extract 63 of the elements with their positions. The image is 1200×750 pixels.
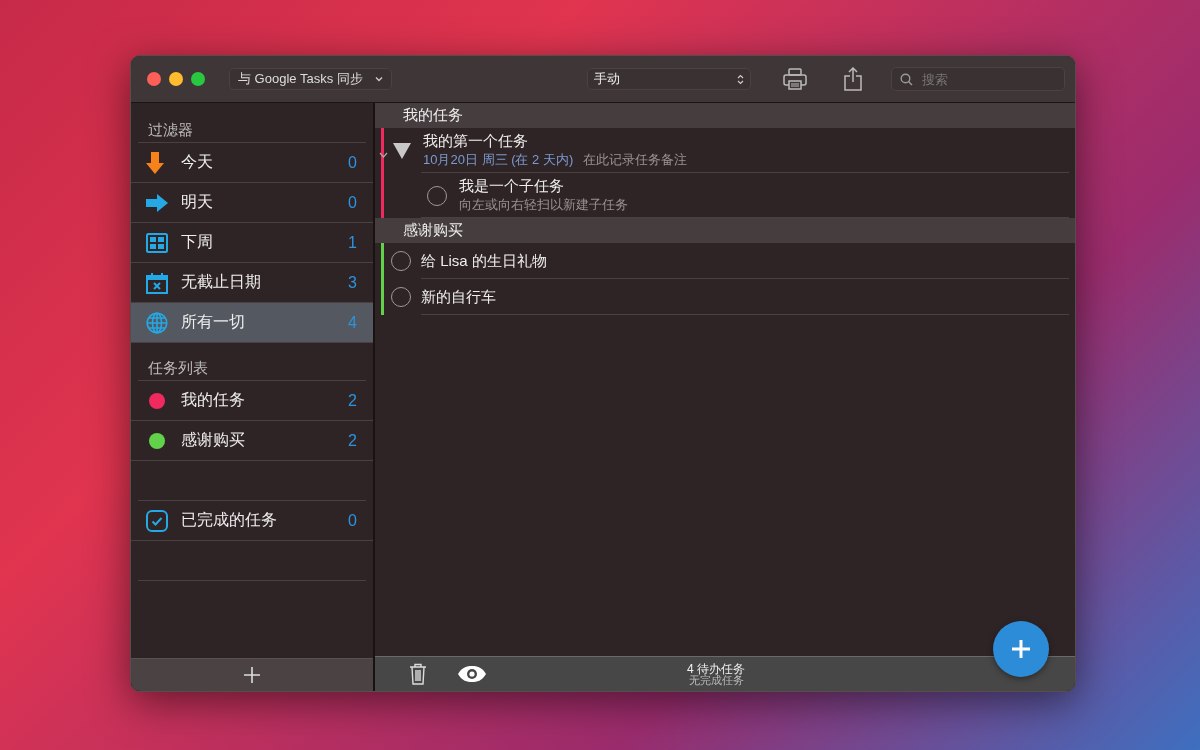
minimize-button[interactable] xyxy=(169,72,183,86)
list-label: 感谢购买 xyxy=(181,430,246,450)
arrow-down-icon xyxy=(146,151,164,174)
count-label: 2 xyxy=(348,431,357,450)
checkbox-check-icon xyxy=(146,509,168,532)
printer-icon[interactable] xyxy=(783,68,807,90)
filter-item[interactable]: 所有一切 4 xyxy=(131,303,373,343)
add-list-icon[interactable] xyxy=(244,667,260,683)
share-icon[interactable] xyxy=(843,67,863,91)
trash-icon[interactable] xyxy=(409,663,427,685)
group-header: 感谢购买 xyxy=(375,218,1075,243)
filter-label: 下周 xyxy=(181,232,214,252)
count-label: 1 xyxy=(348,233,357,252)
count-label: 0 xyxy=(348,193,357,212)
filter-label: 明天 xyxy=(181,192,214,212)
arrow-right-icon xyxy=(146,193,168,212)
count-label: 3 xyxy=(348,273,357,292)
filter-item[interactable]: 明天 0 xyxy=(131,183,373,223)
close-button[interactable] xyxy=(147,72,161,86)
sort-dropdown[interactable]: 手动 xyxy=(587,68,751,90)
add-task-button[interactable] xyxy=(993,621,1049,677)
subtask-row[interactable]: 我是一个子任务 向左或向右轻扫以新建子任务 xyxy=(375,173,1075,218)
list-label: 我的任务 xyxy=(181,390,246,410)
calendar-x-icon xyxy=(146,271,168,294)
group-header: 我的任务 xyxy=(375,103,1075,128)
disclosure-triangle-icon[interactable] xyxy=(393,142,411,159)
chevron-down-icon xyxy=(379,152,388,158)
zoom-button[interactable] xyxy=(191,72,205,86)
task-title: 新的自行车 xyxy=(421,287,496,307)
filter-label: 无截止日期 xyxy=(181,272,262,292)
list-item[interactable]: 我的任务 2 xyxy=(131,381,373,421)
task-row[interactable]: 给 Lisa 的生日礼物 xyxy=(375,243,1075,279)
task-row[interactable]: 新的自行车 xyxy=(375,279,1075,315)
task-note: 向左或向右轻扫以新建子任务 xyxy=(459,196,628,214)
due-date: 10月20日 周三 (在 2 天内) xyxy=(423,151,574,169)
filter-label: 所有一切 xyxy=(181,312,246,332)
task-title: 给 Lisa 的生日礼物 xyxy=(421,251,547,271)
globe-icon xyxy=(146,311,168,334)
count-label: 4 xyxy=(348,313,357,332)
plus-icon xyxy=(1012,640,1030,658)
task-title: 我的第一个任务 xyxy=(423,132,529,151)
completed-count: 无完成任务 xyxy=(687,674,745,686)
filter-item[interactable]: 今天 0 xyxy=(131,143,373,183)
pending-count: 4 待办任务 xyxy=(687,662,745,675)
task-title: 我是一个子任务 xyxy=(459,177,565,196)
list-item[interactable]: 感谢购买 2 xyxy=(131,421,373,461)
grid-icon xyxy=(146,232,168,253)
up-down-chevron-icon xyxy=(737,73,744,85)
task-note: 在此记录任务备注 xyxy=(583,151,688,169)
filter-item[interactable]: 下周 1 xyxy=(131,223,373,263)
filter-label: 今天 xyxy=(181,152,214,172)
task-row[interactable]: 我的第一个任务 10月20日 周三 (在 2 天内) 在此记录任务备注 xyxy=(375,128,1075,173)
completed-item[interactable]: 已完成的任务 0 xyxy=(131,501,373,541)
count-label: 2 xyxy=(348,391,357,410)
section-header: 过滤器 xyxy=(138,103,366,143)
count-label: 0 xyxy=(348,511,357,530)
section-header: 任务列表 xyxy=(138,343,366,381)
search-field[interactable]: 搜索 xyxy=(891,67,1065,91)
chevron-down-icon xyxy=(374,76,383,82)
count-label: 0 xyxy=(348,153,357,172)
list-label: 已完成的任务 xyxy=(181,510,278,530)
eye-icon[interactable] xyxy=(457,665,487,683)
sync-dropdown[interactable]: 与 Google Tasks 同步 xyxy=(229,68,392,90)
